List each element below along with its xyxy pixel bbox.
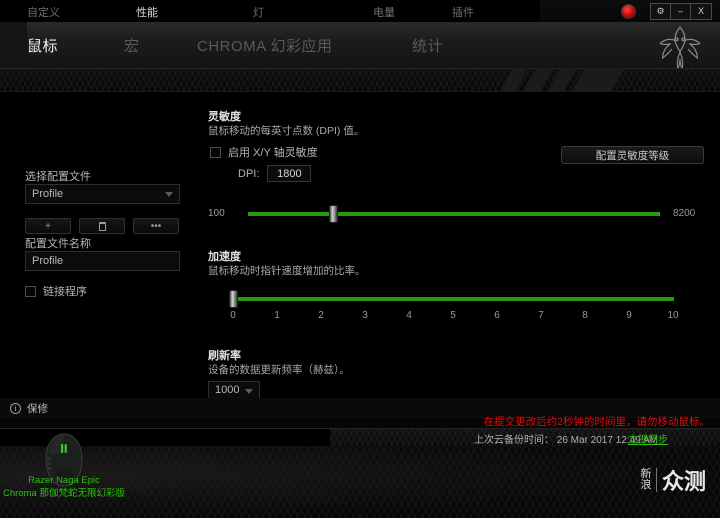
acceleration-tick: 3 <box>362 310 368 321</box>
acceleration-tick: 1 <box>274 310 280 321</box>
profile-sidebar: 选择配置文件 Profile + ••• 配置文件名称 Profile 链接程序 <box>0 92 200 402</box>
xy-sensitivity-row[interactable]: 启用 X/Y 轴灵敏度 <box>210 144 318 160</box>
razer-synapse-window: ⚙ – X 鼠标 宏 CHROMA 幻彩应用 统计 自定义 性能 灯 电量 插件 <box>0 0 720 518</box>
mouse-move-warning: 在提交更改后约2秒钟的时间里，请勿移动鼠标。 <box>483 416 710 428</box>
tab-stats[interactable]: 统计 <box>412 35 443 56</box>
tab-mouse[interactable]: 鼠标 <box>27 35 58 56</box>
tab-chroma-apps[interactable]: CHROMA 幻彩应用 <box>197 35 333 56</box>
close-icon[interactable]: X <box>691 3 711 19</box>
profile-select-value: Profile <box>32 188 64 200</box>
sensitivity-title: 灵敏度 <box>208 111 241 123</box>
dpi-input[interactable]: 1800 <box>267 165 312 182</box>
configure-sensitivity-stages-button[interactable]: 配置灵敏度等级 <box>561 146 704 164</box>
subtab-slash-decoration <box>500 68 720 92</box>
acceleration-slider-thumb[interactable] <box>229 290 238 308</box>
profile-select[interactable]: Profile <box>25 184 180 204</box>
acceleration-tick: 0 <box>230 310 236 321</box>
performance-panel: 灵敏度 鼠标移动的每英寸点数 (DPI) 值。 启用 X/Y 轴灵敏度 DPI:… <box>200 92 720 402</box>
warranty-label: 保修 <box>27 403 48 415</box>
watermark-left: 新 浪 <box>640 469 651 491</box>
add-profile-button[interactable]: + <box>25 218 71 234</box>
select-profile-label: 选择配置文件 <box>25 171 91 183</box>
dpi-slider-min-label: 100 <box>208 208 225 219</box>
acceleration-slider[interactable] <box>200 288 720 308</box>
subtab-customize[interactable]: 自定义 <box>27 4 60 20</box>
link-program-label: 链接程序 <box>43 286 87 298</box>
subtab-lighting[interactable]: 灯 <box>253 4 264 20</box>
polling-rate-value: 1000 <box>215 384 240 396</box>
trash-icon <box>98 221 106 231</box>
watermark-left-line2: 浪 <box>640 479 651 491</box>
polling-rate-select[interactable]: 1000 <box>208 381 260 399</box>
info-icon: i <box>10 403 21 414</box>
dpi-row: DPI: 1800 <box>238 165 312 182</box>
window-controls: ⚙ – X <box>650 2 712 20</box>
watermark-divider <box>655 468 657 492</box>
subtab-performance[interactable]: 性能 <box>136 4 158 20</box>
subtab-power[interactable]: 电量 <box>373 4 395 20</box>
chevron-down-icon <box>165 192 173 197</box>
device-panel: Razer Naga Epic Chroma 那伽梵蛇无限幻彩版 新 浪 众测 <box>0 433 720 518</box>
razer-snake-logo <box>659 26 701 71</box>
profile-name-input[interactable]: Profile <box>25 251 180 271</box>
device-name: Razer Naga Epic Chroma 那伽梵蛇无限幻彩版 <box>3 475 125 499</box>
acceleration-tick: 4 <box>406 310 412 321</box>
acceleration-tick: 9 <box>626 310 632 321</box>
settings-icon[interactable]: ⚙ <box>651 3 671 19</box>
minimize-icon[interactable]: – <box>671 3 691 19</box>
delete-profile-button[interactable] <box>79 218 125 234</box>
acceleration-title: 加速度 <box>208 251 241 263</box>
sync-now-link[interactable]: 立即同步 <box>628 431 668 446</box>
tab-macro[interactable]: 宏 <box>124 35 140 56</box>
acceleration-tick: 7 <box>538 310 544 321</box>
polling-rate-description: 设备的数据更新频率（赫兹）。 <box>208 364 350 376</box>
acceleration-tick: 8 <box>582 310 588 321</box>
sensitivity-description: 鼠标移动的每英寸点数 (DPI) 值。 <box>208 125 365 137</box>
acceleration-slider-track[interactable] <box>237 297 674 301</box>
xy-sensitivity-label: 启用 X/Y 轴灵敏度 <box>228 147 318 159</box>
acceleration-tick: 2 <box>318 310 324 321</box>
link-program-checkbox[interactable] <box>25 285 36 297</box>
sina-zhongce-watermark: 新 浪 众测 <box>640 464 706 496</box>
dpi-label: DPI: <box>238 167 260 180</box>
polling-rate-title: 刷新率 <box>208 350 241 362</box>
acceleration-description: 鼠标移动时指针速度增加的比率。 <box>208 265 366 277</box>
watermark-right: 众测 <box>661 469 706 494</box>
profile-button-row: + ••• <box>25 218 179 234</box>
dpi-slider-track[interactable] <box>248 212 660 216</box>
acceleration-tick: 6 <box>494 310 500 321</box>
title-bar: ⚙ – X <box>0 0 720 22</box>
more-options-button[interactable]: ••• <box>133 218 179 234</box>
content-area: 选择配置文件 Profile + ••• 配置文件名称 Profile 链接程序… <box>0 92 720 402</box>
acceleration-tick: 10 <box>667 310 679 321</box>
link-program-row[interactable]: 链接程序 <box>25 283 87 299</box>
dpi-slider-thumb[interactable] <box>329 205 338 223</box>
razer-orb-icon[interactable] <box>621 3 636 19</box>
acceleration-tick: 5 <box>450 310 456 321</box>
subtab-addons[interactable]: 插件 <box>452 4 474 20</box>
profile-name-value: Profile <box>32 255 64 267</box>
warranty-link[interactable]: i 保修 <box>10 401 48 416</box>
dpi-slider-max-label: 8200 <box>673 208 696 219</box>
xy-sensitivity-checkbox[interactable] <box>210 146 221 158</box>
profile-name-label: 配置文件名称 <box>25 238 91 250</box>
dpi-slider[interactable]: 100 8200 <box>200 202 720 226</box>
acceleration-tick-row: 0 1 2 3 4 5 6 7 8 9 10 <box>230 310 678 324</box>
main-tab-bar: 鼠标 宏 CHROMA 幻彩应用 统计 <box>0 22 720 68</box>
chevron-down-icon <box>245 389 253 394</box>
